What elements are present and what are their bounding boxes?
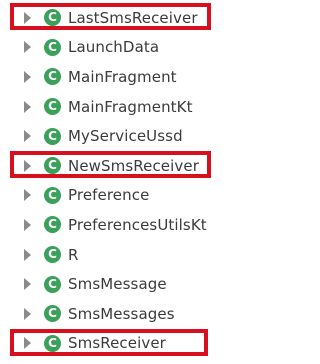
- tree-item-label: Preference: [68, 186, 150, 205]
- tree-item-label: LaunchData: [68, 38, 160, 57]
- tree-item-label: MainFragment: [68, 67, 177, 86]
- expand-arrow-icon[interactable]: [24, 11, 31, 24]
- class-icon: C: [44, 127, 61, 145]
- class-icon: C: [44, 98, 61, 116]
- class-icon: C: [44, 216, 61, 234]
- class-icon: C: [44, 157, 61, 175]
- tree-item-smsmessages[interactable]: C SmsMessages: [0, 299, 317, 329]
- expand-arrow-icon[interactable]: [24, 248, 31, 261]
- tree-item-label: SmsMessages: [68, 304, 175, 323]
- tree-item-mainfragmentkt[interactable]: C MainFragmentKt: [0, 92, 317, 122]
- tree-item-lastsmsreceiver[interactable]: C LastSmsReceiver: [0, 3, 317, 33]
- tree-item-myserviceussd[interactable]: C MyServiceUssd: [0, 121, 317, 151]
- class-icon: C: [44, 68, 61, 86]
- expand-arrow-icon[interactable]: [24, 337, 31, 350]
- tree-item-preferencesutilskt[interactable]: C PreferencesUtilsKt: [0, 210, 317, 240]
- class-icon: C: [44, 38, 61, 56]
- expand-arrow-icon[interactable]: [24, 189, 31, 202]
- class-icon: C: [44, 334, 61, 352]
- tree-item-smsreceiver[interactable]: C SmsReceiver: [0, 328, 317, 359]
- expand-arrow-icon[interactable]: [24, 218, 31, 231]
- expand-arrow-icon[interactable]: [24, 159, 31, 172]
- class-icon: C: [44, 305, 61, 323]
- tree-item-label: LastSmsReceiver: [68, 8, 198, 27]
- class-icon: C: [44, 275, 61, 293]
- tree-item-label: SmsReceiver: [68, 334, 166, 353]
- tree-item-label: MainFragmentKt: [68, 97, 193, 116]
- class-icon: C: [44, 186, 61, 204]
- expand-arrow-icon[interactable]: [24, 41, 31, 54]
- tree-item-label: R: [68, 245, 79, 264]
- expand-arrow-icon[interactable]: [24, 130, 31, 143]
- expand-arrow-icon[interactable]: [24, 307, 31, 320]
- tree-item-label: SmsMessage: [68, 275, 167, 294]
- class-icon: C: [44, 9, 61, 27]
- expand-arrow-icon[interactable]: [24, 100, 31, 113]
- tree-item-label: NewSmsReceiver: [68, 156, 199, 175]
- tree-item-label: PreferencesUtilsKt: [68, 215, 207, 234]
- tree-item-label: MyServiceUssd: [68, 127, 183, 146]
- tree-item-launchdata[interactable]: C LaunchData: [0, 33, 317, 63]
- project-tree: C LastSmsReceiver C LaunchData C MainFra…: [0, 3, 317, 358]
- tree-item-r[interactable]: C R: [0, 240, 317, 270]
- tree-item-smsmessage[interactable]: C SmsMessage: [0, 269, 317, 299]
- tree-item-preference[interactable]: C Preference: [0, 181, 317, 211]
- tree-item-newsmsreceiver[interactable]: C NewSmsReceiver: [0, 150, 317, 181]
- expand-arrow-icon[interactable]: [24, 278, 31, 291]
- class-icon: C: [44, 246, 61, 264]
- tree-item-mainfragment[interactable]: C MainFragment: [0, 62, 317, 92]
- expand-arrow-icon[interactable]: [24, 70, 31, 83]
